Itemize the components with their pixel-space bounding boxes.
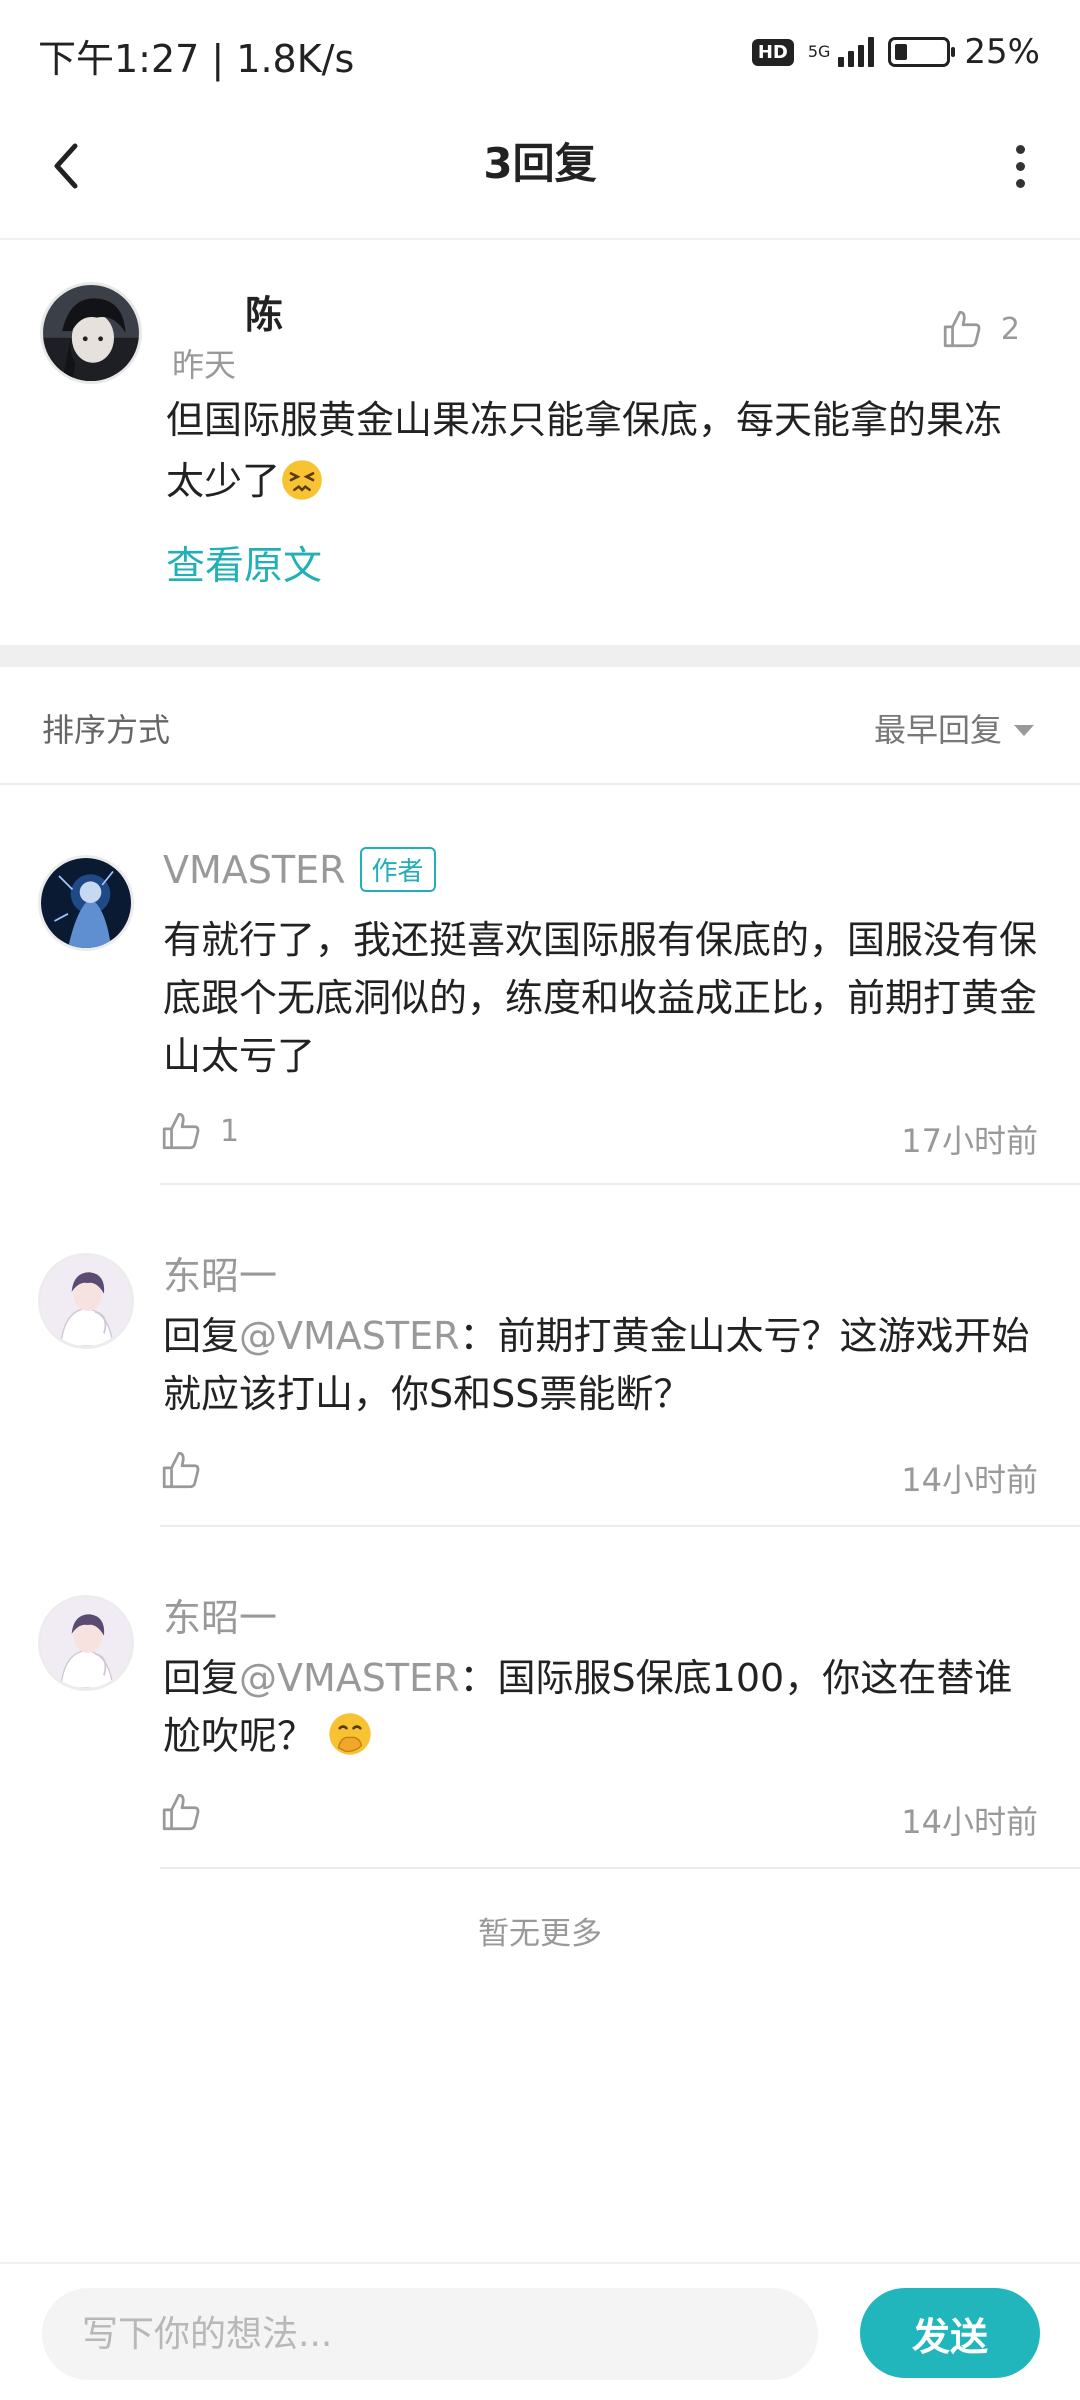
avatar[interactable] — [38, 855, 134, 951]
list-item: 东昭一 回复@VMASTER：前期打黄金山太亏？这游戏开始就应该打山，你S和SS… — [0, 1185, 1080, 1527]
divider — [160, 1867, 1080, 1869]
like-count: 1 — [220, 1113, 240, 1149]
reply-author: 东昭一 — [163, 1254, 278, 1298]
like-button[interactable] — [160, 1791, 220, 1833]
thumbs-up-icon — [162, 1793, 200, 1831]
battery-level — [895, 44, 908, 60]
battery-percent: 25% — [964, 32, 1040, 72]
send-button[interactable]: 发送 — [860, 2288, 1040, 2378]
reply-footer: 14小时前 — [160, 1791, 1040, 1841]
avatar[interactable] — [38, 1253, 134, 1349]
page-title: 3回复 — [483, 139, 597, 188]
sort-label: 排序方式 — [42, 711, 171, 749]
like-button[interactable]: 1 — [160, 1110, 239, 1152]
reply-author: VMASTER — [163, 847, 346, 892]
reply-time: 14小时前 — [901, 1803, 1038, 1841]
comment-time: 昨天 — [172, 346, 237, 384]
section-divider — [0, 645, 1080, 667]
reply-composer: 发送 — [0, 2262, 1080, 2400]
signal-icon — [838, 37, 875, 67]
reply-time: 17小时前 — [901, 1122, 1038, 1160]
reply-author: 东昭一 — [163, 1596, 278, 1640]
avatar[interactable] — [40, 282, 142, 384]
network-type: 5G — [807, 42, 831, 61]
thumbs-up-icon — [943, 310, 981, 348]
reply-text: 有就行了，我还挺喜欢国际服有保底的，国服没有保底跟个无底洞似的，练度和收益成正比… — [163, 918, 1038, 1078]
original-comment: 陈 昨天 2 但国际服黄金山果冻只能拿保底，每天能拿的果冻太少了 查看原文 — [0, 240, 1080, 645]
status-time: 下午1:27 | 1.8K/s — [38, 37, 355, 81]
status-icons: HD 5G 25% — [751, 30, 1040, 74]
reply-time: 14小时前 — [901, 1461, 1038, 1499]
comment-text: 但国际服黄金山果冻只能拿保底，每天能拿的果冻太少了 — [166, 390, 1036, 520]
no-more-label: 暂无更多 — [478, 1916, 602, 1952]
like-button[interactable] — [160, 1449, 220, 1491]
reply-input[interactable] — [42, 2288, 818, 2380]
reply-author-row: VMASTER 作者 — [163, 847, 436, 892]
reply-author-row: 东昭一 — [163, 1587, 277, 1642]
mention-link[interactable]: @VMASTER — [239, 1314, 460, 1358]
reply-text: 回复@VMASTER：前期打黄金山太亏？这游戏开始就应该打山，你S和SS票能断？ — [163, 1314, 1030, 1416]
hd-badge: HD — [751, 38, 794, 66]
avatar[interactable] — [38, 1595, 134, 1691]
list-item: 东昭一 回复@VMASTER：国际服S保底100，你这在替谁尬吹呢？ 14小时前 — [0, 1527, 1080, 1869]
app-header: 3回复 — [0, 100, 1080, 240]
thumbs-up-icon — [162, 1112, 200, 1150]
sort-bar: 排序方式 最早回复 — [0, 667, 1080, 785]
list-item: VMASTER 作者 有就行了，我还挺喜欢国际服有保底的，国服没有保底跟个无底洞… — [0, 785, 1080, 1185]
reply-footer: 1 17小时前 — [160, 1110, 1040, 1160]
battery-icon — [888, 37, 956, 67]
reply-author-row: 东昭一 — [163, 1245, 277, 1300]
hand-over-mouth-emoji — [327, 1711, 373, 1773]
sort-selected: 最早回复 — [873, 711, 1002, 749]
chevron-down-icon — [1014, 724, 1034, 736]
persevering-face-emoji — [280, 458, 324, 520]
reply-footer: 14小时前 — [160, 1449, 1040, 1499]
reply-text: 回复@VMASTER：国际服S保底100，你这在替谁尬吹呢？ — [163, 1649, 1043, 1773]
author-badge: 作者 — [359, 847, 436, 892]
comment-author: 陈 — [245, 293, 284, 337]
like-button[interactable]: 2 — [941, 308, 1020, 350]
mention-link[interactable]: @VMASTER — [239, 1656, 460, 1700]
status-bar: 下午1:27 | 1.8K/s HD 5G 25% — [0, 0, 1080, 100]
sort-dropdown[interactable]: 最早回复 — [874, 705, 1034, 751]
like-count: 2 — [1000, 311, 1020, 347]
more-vertical-icon[interactable] — [990, 136, 1050, 196]
view-original-link[interactable]: 查看原文 — [166, 535, 322, 591]
thumbs-up-icon — [162, 1451, 200, 1489]
